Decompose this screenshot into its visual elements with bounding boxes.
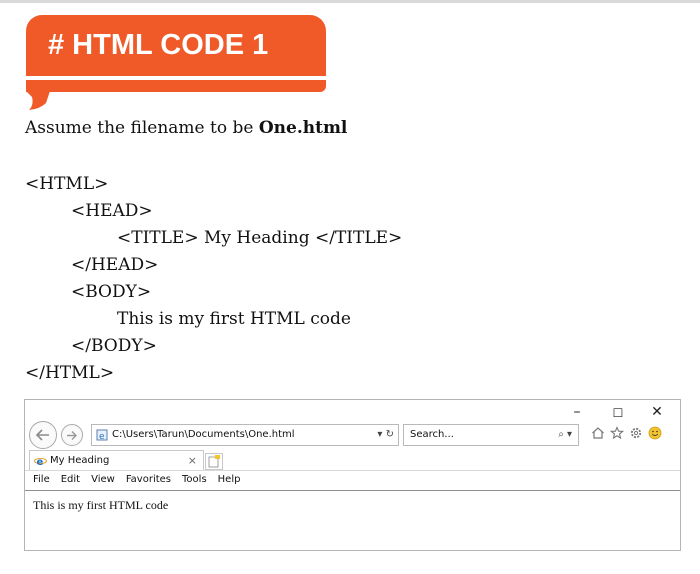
gear-icon[interactable] <box>629 426 643 440</box>
menu-tools[interactable]: Tools <box>182 474 207 485</box>
menu-help[interactable]: Help <box>218 474 241 485</box>
page-title: # HTML CODE 1 <box>48 29 269 61</box>
tab-close-button[interactable]: × <box>188 451 197 471</box>
code-line: </HEAD> <box>71 255 159 275</box>
page-content-text: This is my first HTML code <box>33 498 169 512</box>
address-controls[interactable]: ▾ ↻ <box>377 425 394 445</box>
code-line: <HTML> <box>25 174 109 194</box>
top-rule <box>0 0 700 3</box>
menu-edit[interactable]: Edit <box>61 474 80 485</box>
code-line: <TITLE> My Heading </TITLE> <box>117 228 403 248</box>
new-tab-button[interactable] <box>205 453 223 470</box>
menu-bar: File Edit View Favorites Tools Help <box>33 474 240 485</box>
code-line: <HEAD> <box>71 201 153 221</box>
code-line: </HTML> <box>25 363 115 383</box>
back-arrow-icon <box>35 429 49 441</box>
heading-banner: # HTML CODE 1 <box>26 15 326 110</box>
svg-text:e: e <box>37 457 44 467</box>
tab-title: My Heading <box>50 455 110 466</box>
new-tab-icon <box>208 455 220 468</box>
ie-icon: e <box>34 457 47 467</box>
browser-window: – ☐ ✕ e C:\Users\Tarun\Documents\One.htm… <box>24 399 681 551</box>
tabstrip-divider <box>25 470 680 471</box>
search-input[interactable]: Search... ⌕ ▾ <box>403 424 579 446</box>
forward-button[interactable] <box>61 424 83 446</box>
smiley-icon[interactable] <box>648 426 662 440</box>
svg-text:e: e <box>99 432 105 441</box>
menu-favorites[interactable]: Favorites <box>126 474 171 485</box>
code-line: </BODY> <box>71 336 157 356</box>
filename-note-prefix: Assume the filename to be <box>25 118 259 138</box>
filename-note: Assume the filename to be One.html <box>25 118 347 138</box>
back-button[interactable] <box>29 421 57 449</box>
banner-lower-strip <box>26 80 326 92</box>
search-placeholder: Search... <box>410 429 454 440</box>
tab-my-heading[interactable]: e My Heading × <box>29 450 204 471</box>
address-bar[interactable]: e C:\Users\Tarun\Documents\One.html ▾ ↻ <box>91 424 399 446</box>
menu-view[interactable]: View <box>91 474 115 485</box>
menu-file[interactable]: File <box>33 474 50 485</box>
code-line: <BODY> <box>71 282 152 302</box>
code-line: This is my first HTML code <box>117 309 351 329</box>
toolbar-icons <box>591 426 662 440</box>
search-controls[interactable]: ⌕ ▾ <box>558 425 572 445</box>
close-button[interactable]: ✕ <box>647 404 667 420</box>
filename: One.html <box>258 118 348 138</box>
address-text: C:\Users\Tarun\Documents\One.html <box>112 429 295 440</box>
home-icon[interactable] <box>591 426 605 440</box>
banner-tail <box>26 91 50 110</box>
menubar-divider <box>25 490 680 491</box>
star-icon[interactable] <box>610 426 624 440</box>
ie-icon: e <box>96 429 108 441</box>
maximize-button[interactable]: ☐ <box>608 406 628 420</box>
forward-arrow-icon <box>67 430 77 440</box>
minimize-button[interactable]: – <box>567 404 587 420</box>
